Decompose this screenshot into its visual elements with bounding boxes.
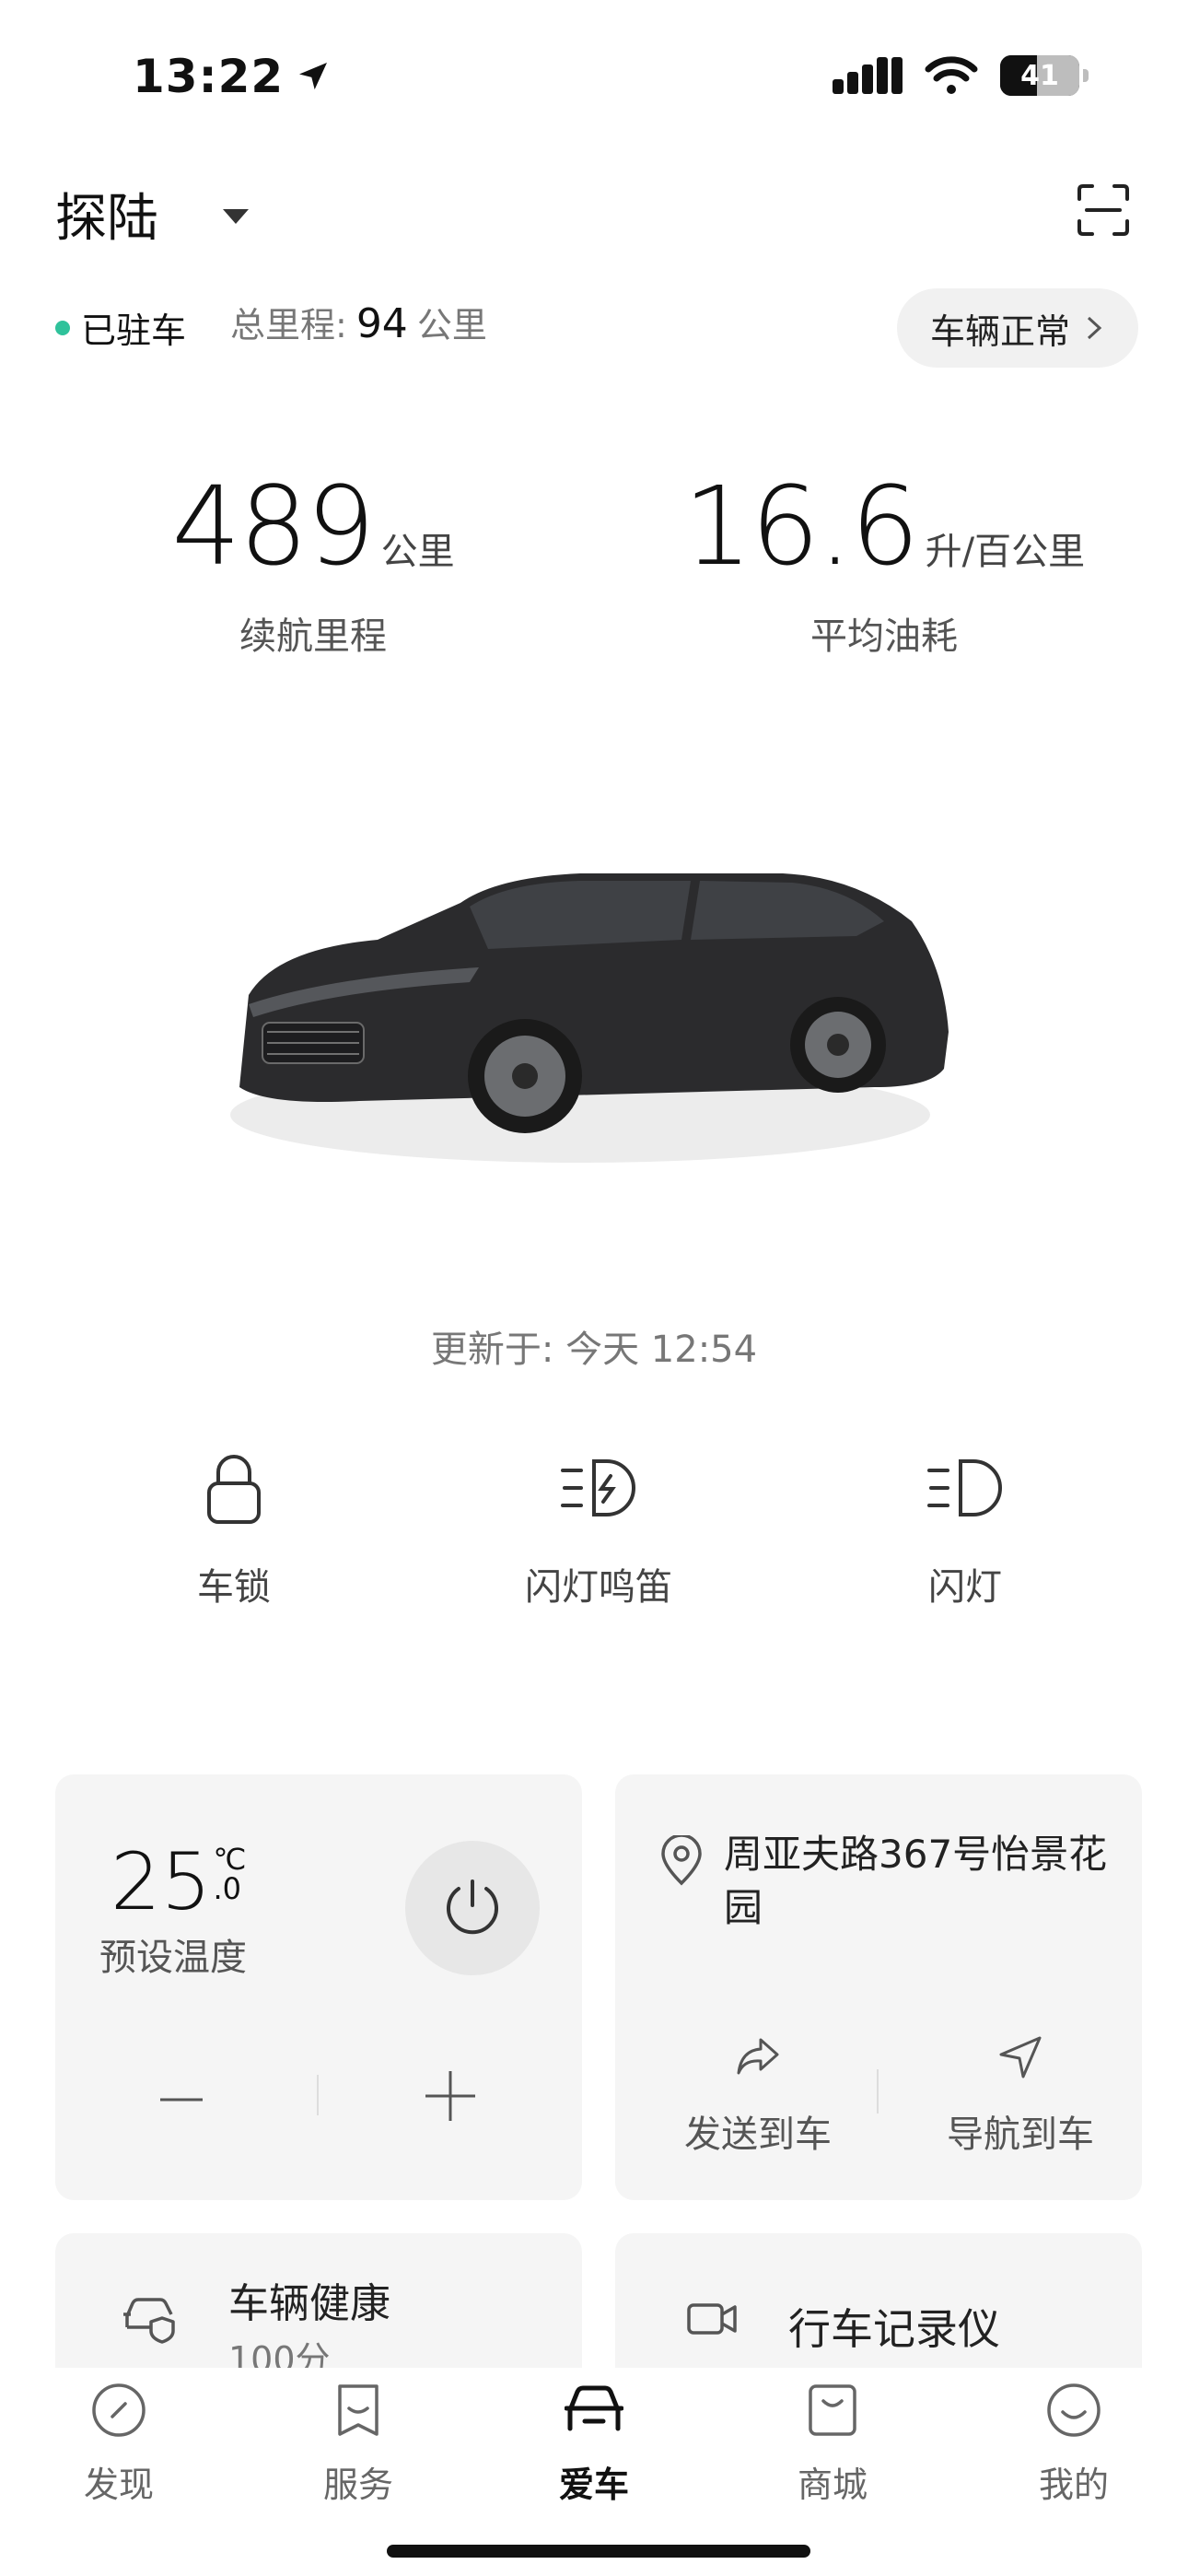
car-name: 探陆 bbox=[55, 189, 158, 249]
car-image bbox=[230, 873, 949, 1163]
dashcam-title: 行车记录仪 bbox=[788, 2304, 1000, 2354]
tab-my-car[interactable]: 爱车 bbox=[502, 2381, 686, 2507]
tab-discover[interactable]: 发现 bbox=[27, 2381, 211, 2507]
tab-service-label: 服务 bbox=[322, 2465, 393, 2505]
home-indicator[interactable] bbox=[387, 2545, 810, 2558]
tab-profile-label: 我的 bbox=[1038, 2465, 1109, 2505]
location-card[interactable]: 周亚夫路367号怡景花园 发送到车 导航到车 bbox=[615, 1774, 1142, 2200]
chevron-right-icon bbox=[1087, 316, 1102, 340]
flash-horn-icon bbox=[561, 1459, 635, 1516]
car-health-icon bbox=[123, 2298, 175, 2344]
navigate-to-car-button[interactable]: 导航到车 bbox=[910, 2032, 1131, 2158]
scan-icon[interactable] bbox=[1074, 181, 1133, 240]
map-pin-icon bbox=[661, 1835, 702, 1886]
wifi-icon bbox=[925, 56, 978, 94]
fuel-metric: 16.6 升/百公里 平均油耗 bbox=[681, 472, 1087, 660]
temperature-decimal: .0 bbox=[213, 1871, 241, 1906]
vehicle-address: 周亚夫路367号怡景花园 bbox=[724, 1832, 1108, 1930]
navigate-to-car-label: 导航到车 bbox=[947, 2113, 1094, 2156]
location-arrow-icon bbox=[299, 63, 328, 90]
tab-profile[interactable]: 我的 bbox=[982, 2381, 1166, 2507]
climate-card: 25 ℃ .0 预设温度 bbox=[55, 1774, 582, 2200]
tab-discover-label: 发现 bbox=[83, 2465, 154, 2505]
cellular-signal-icon bbox=[833, 57, 903, 94]
flash-horn-label: 闪灯鸣笛 bbox=[525, 1566, 672, 1609]
parked-label: 已驻车 bbox=[81, 310, 187, 351]
total-mileage: 总里程: 94 公里 bbox=[230, 297, 487, 347]
status-indicators: 41 bbox=[833, 55, 1089, 96]
decrease-temp-button[interactable] bbox=[158, 2077, 204, 2123]
flash-horn-button[interactable]: 闪灯鸣笛 bbox=[460, 1446, 737, 1610]
climate-power-button[interactable] bbox=[405, 1841, 540, 1975]
headlight-icon bbox=[927, 1459, 1002, 1516]
increase-temp-button[interactable] bbox=[422, 2067, 479, 2125]
vehicle-status-button[interactable]: 车辆正常 bbox=[896, 288, 1138, 368]
send-to-car-button[interactable]: 发送到车 bbox=[647, 2032, 868, 2158]
battery-icon: 41 bbox=[1000, 55, 1079, 96]
range-metric: 489 公里 续航里程 bbox=[157, 472, 470, 660]
vehicle-status-label: 车辆正常 bbox=[929, 310, 1070, 352]
bookmark-icon bbox=[338, 2384, 379, 2436]
temperature-label: 预设温度 bbox=[99, 1937, 247, 1979]
flash-label: 闪灯 bbox=[928, 1566, 1002, 1609]
tab-mall-label: 商城 bbox=[797, 2465, 868, 2505]
range-unit: 公里 bbox=[380, 531, 455, 573]
parked-status: 已驻车 bbox=[55, 302, 186, 353]
caret-down-icon bbox=[223, 208, 249, 224]
battery-tip bbox=[1083, 69, 1089, 82]
share-arrow-icon bbox=[737, 2038, 779, 2075]
mileage-label: 总里程: bbox=[230, 305, 347, 345]
navigation-arrow-icon bbox=[999, 2036, 1042, 2078]
climate-divider bbox=[317, 2075, 319, 2115]
tab-my-car-label: 爱车 bbox=[558, 2465, 629, 2505]
lock-button[interactable]: 车锁 bbox=[96, 1446, 372, 1610]
temperature-unit: ℃ bbox=[213, 1842, 247, 1877]
car-icon bbox=[565, 2385, 623, 2431]
status-dot bbox=[55, 320, 70, 335]
last-updated: 更新于: 今天 12:54 bbox=[430, 1329, 758, 1371]
lock-label: 车锁 bbox=[197, 1566, 271, 1609]
location-divider bbox=[877, 2069, 879, 2113]
range-label: 续航里程 bbox=[239, 615, 387, 658]
car-selector[interactable]: 探陆 bbox=[55, 177, 249, 252]
status-time: 13:22 bbox=[133, 50, 332, 103]
smile-icon bbox=[1047, 2383, 1101, 2437]
fuel-label: 平均油耗 bbox=[810, 615, 958, 658]
send-to-car-label: 发送到车 bbox=[684, 2113, 832, 2156]
battery-level: 41 bbox=[1020, 59, 1059, 92]
mileage-value: 94 bbox=[355, 300, 408, 347]
range-value: 489 bbox=[171, 463, 375, 590]
shopping-bag-icon bbox=[809, 2384, 856, 2436]
lock-icon bbox=[207, 1455, 261, 1524]
video-camera-icon bbox=[687, 2303, 737, 2335]
mileage-unit: 公里 bbox=[416, 305, 487, 345]
time-text: 13:22 bbox=[133, 50, 285, 103]
fuel-unit: 升/百公里 bbox=[925, 531, 1086, 573]
preset-temperature: 25 ℃ .0 bbox=[111, 1843, 246, 1922]
flash-button[interactable]: 闪灯 bbox=[827, 1446, 1103, 1610]
power-icon bbox=[447, 1879, 498, 1935]
fuel-value: 16.6 bbox=[682, 463, 920, 590]
tab-mall[interactable]: 商城 bbox=[740, 2381, 925, 2507]
health-title: 车辆健康 bbox=[228, 2280, 390, 2327]
tab-service[interactable]: 服务 bbox=[266, 2381, 450, 2507]
compass-icon bbox=[92, 2383, 146, 2437]
temperature-value: 25 bbox=[111, 1836, 212, 1928]
